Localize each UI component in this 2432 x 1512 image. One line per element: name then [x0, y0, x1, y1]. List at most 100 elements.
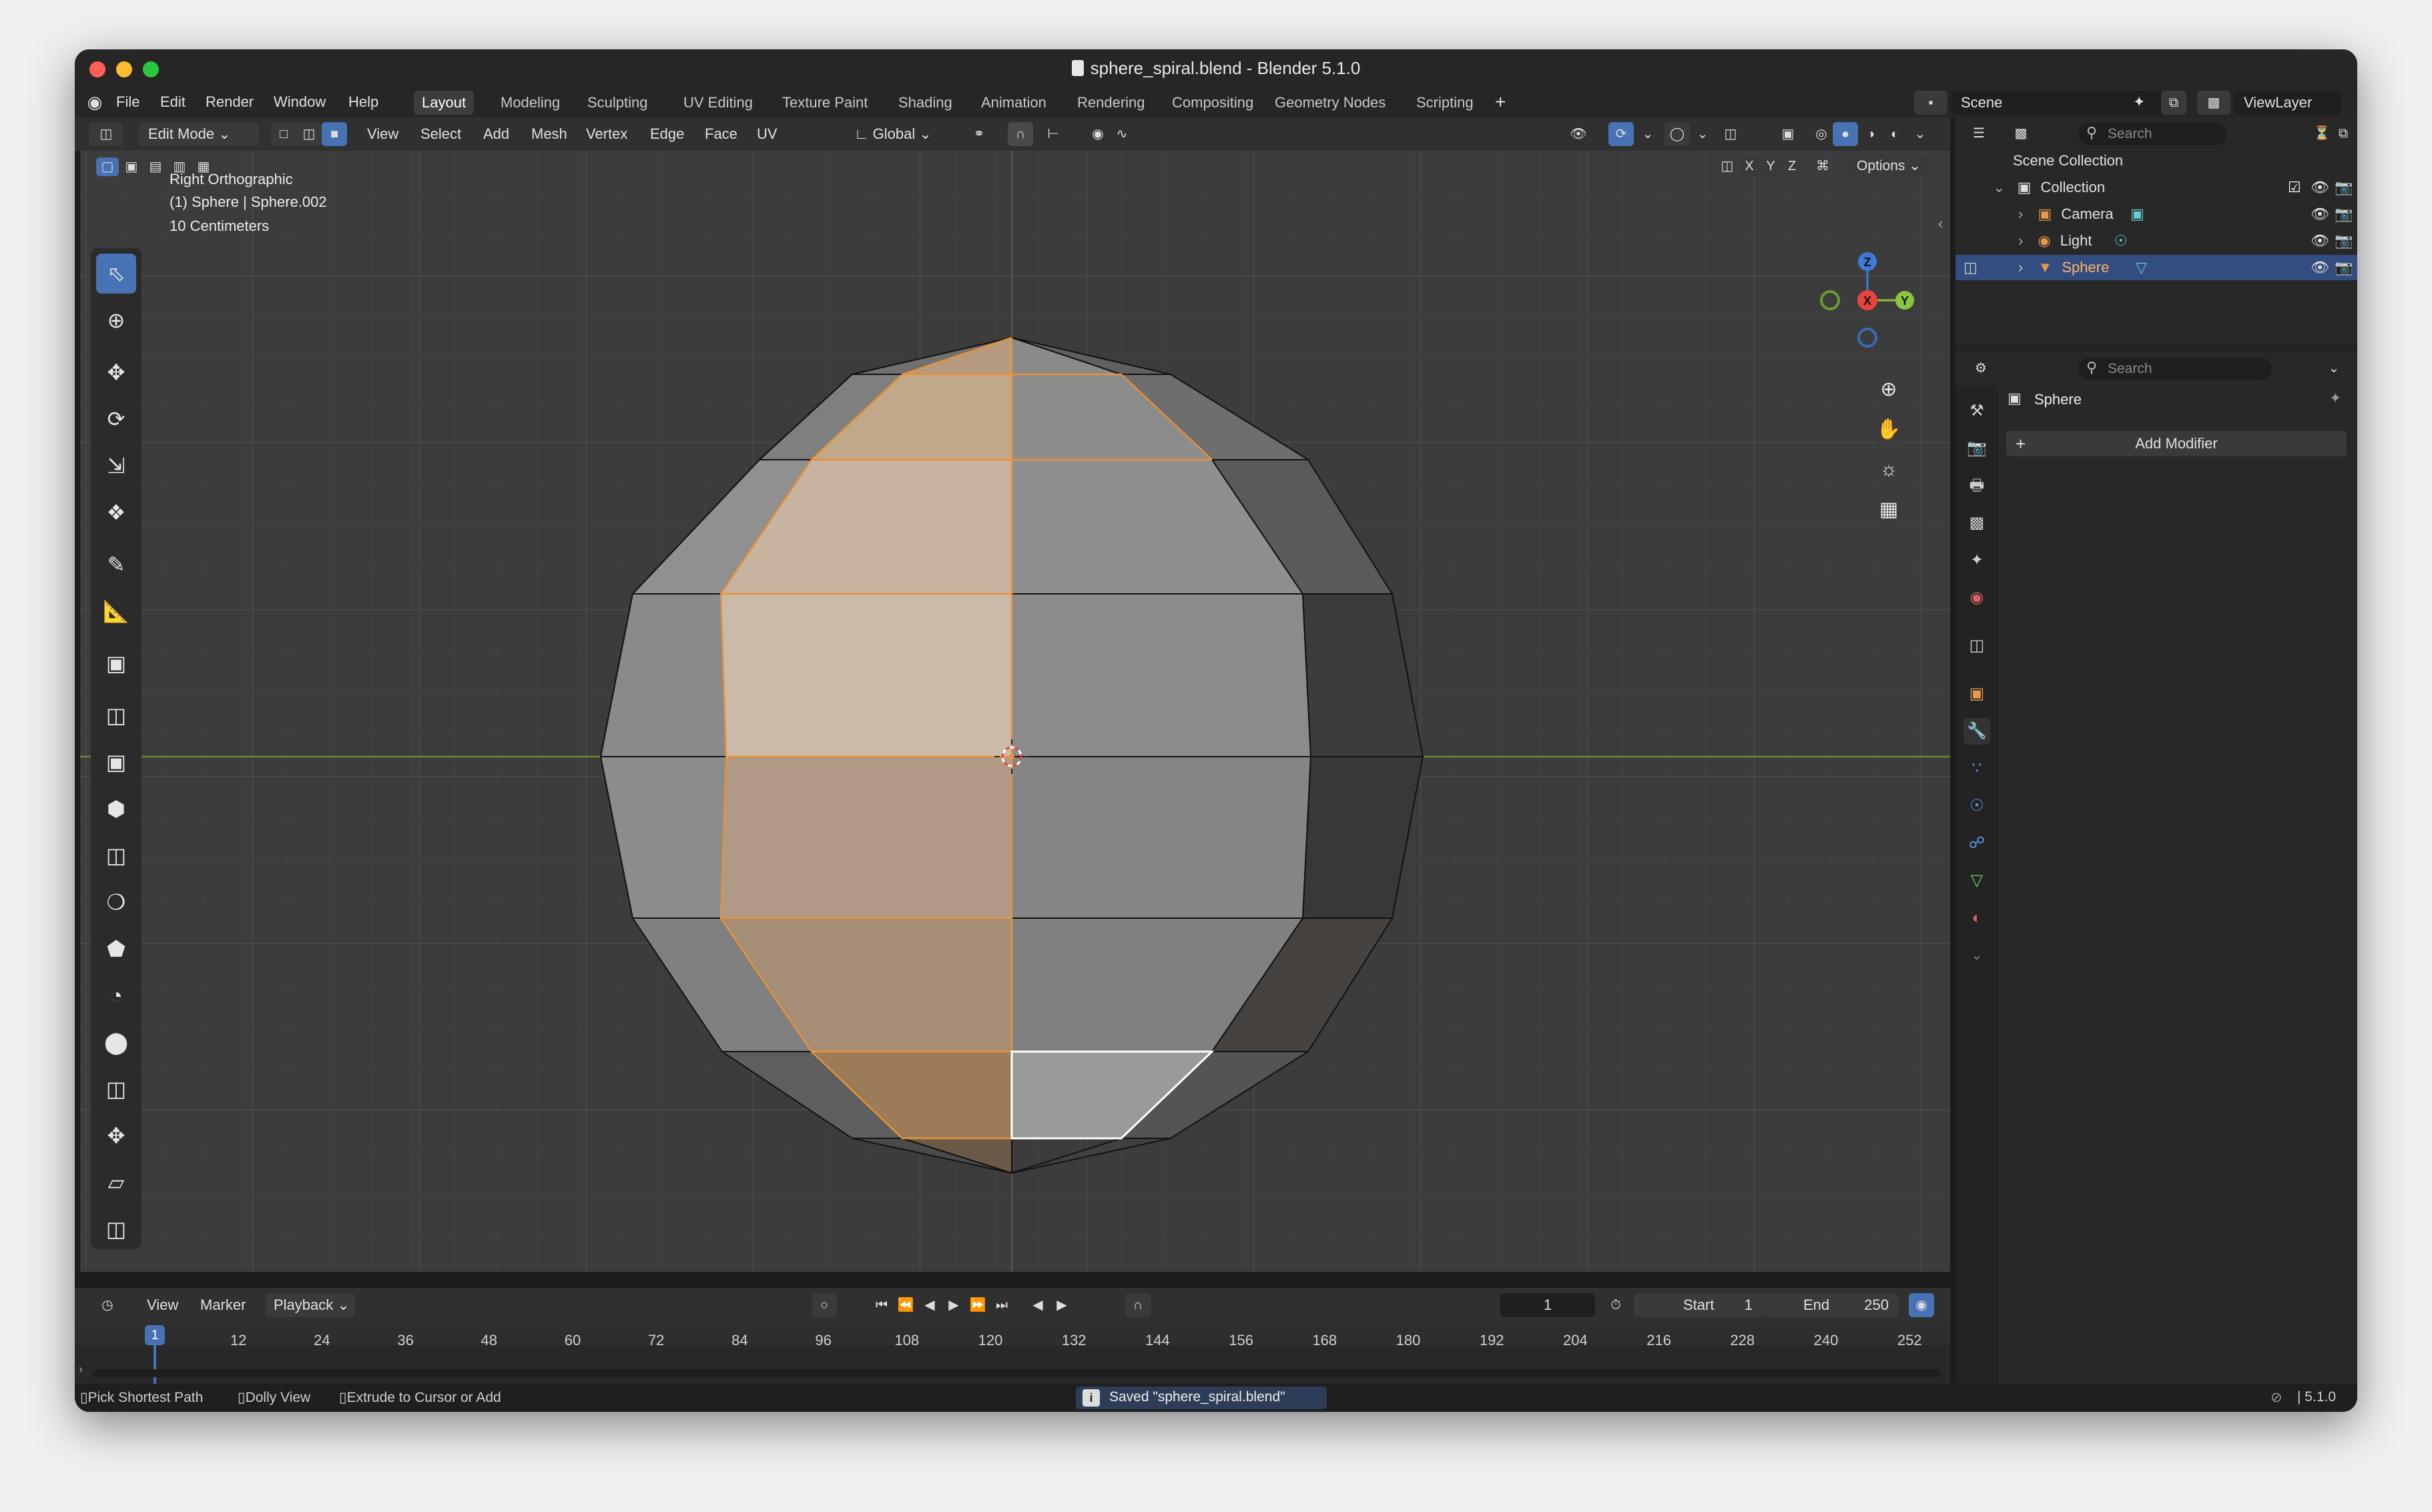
scene-tab-icon[interactable]: ✦ [1963, 547, 1990, 574]
timeline-scrollbar[interactable] [92, 1369, 1941, 1377]
mirror-y-toggle[interactable]: Y [1761, 156, 1781, 176]
menu-mesh[interactable]: Mesh [531, 122, 567, 146]
mirror-x-toggle[interactable]: X [1739, 156, 1759, 176]
properties-search-input[interactable]: Search [2078, 358, 2272, 380]
world-tab-icon[interactable]: ◉ [1963, 585, 1990, 611]
material-shading-icon[interactable]: ◑ [1858, 122, 1883, 146]
falloff-icon[interactable]: ∿ [1109, 122, 1135, 146]
knife-tool-icon[interactable]: ❍ [96, 882, 136, 922]
render-tab-icon[interactable]: 📷 [1963, 435, 1990, 462]
light-render-icon[interactable]: 📷 [2335, 228, 2353, 254]
new-collection-icon[interactable]: ⧉ [2331, 121, 2356, 145]
menu-window[interactable]: Window [274, 91, 326, 113]
modifier-tab-icon[interactable]: 🔧 [1963, 718, 1990, 745]
workspace-tab-compositing[interactable]: Compositing [1164, 91, 1261, 115]
timeline-menu-view[interactable]: View [147, 1293, 178, 1317]
camera-view-icon[interactable]: ☼ [1870, 451, 1907, 488]
view-layer-selector-icon[interactable]: ▩ [2197, 91, 2230, 115]
view-layer-name-field[interactable]: ViewLayer [2234, 91, 2341, 115]
particles-tab-icon[interactable]: ∵ [1963, 755, 1990, 782]
vertex-select-icon[interactable]: □ [271, 122, 296, 146]
camera-data-icon[interactable]: ▣ [2130, 202, 2144, 227]
proportional-editing-icon[interactable]: ◉ [1085, 122, 1111, 146]
status-message[interactable]: i Saved "sphere_spiral.blend" [1076, 1387, 1327, 1409]
scene-collection-row[interactable]: Scene Collection [1955, 148, 2357, 173]
poly-build-tool-icon[interactable]: ⬟ [96, 929, 136, 969]
workspace-tab-modeling[interactable]: Modeling [493, 91, 568, 115]
menu-vertex[interactable]: Vertex [586, 122, 627, 146]
overlay-toggle-icon[interactable]: ◯ [1664, 122, 1690, 146]
snap-target-icon[interactable]: ⊢ [1034, 122, 1072, 146]
mode-dropdown[interactable]: Edit Mode ⌄ [139, 122, 259, 146]
menu-file[interactable]: File [116, 91, 139, 113]
inset-faces-tool-icon[interactable]: ▣ [96, 742, 136, 782]
display-mode-icon[interactable]: ▩ [2002, 121, 2040, 145]
timeline-menu-marker[interactable]: Marker [200, 1293, 246, 1317]
jump-end-icon[interactable]: ⏭ [989, 1293, 1014, 1317]
transform-orientation-dropdown[interactable]: ∟ Global ⌄ [849, 122, 949, 146]
rendered-shading-icon[interactable]: ◐ [1882, 122, 1907, 146]
transform-tool-icon[interactable]: ❖ [96, 492, 136, 532]
workspace-tab-texture-paint[interactable]: Texture Paint [774, 91, 876, 115]
rip-region-tool-icon[interactable]: ◫ [96, 1209, 136, 1249]
zoom-view-icon[interactable]: ⊕ [1870, 371, 1907, 408]
start-frame-field[interactable]: Start 1 [1634, 1293, 1762, 1317]
spin-tool-icon[interactable]: ◔ [96, 976, 136, 1016]
annotate-tool-icon[interactable]: ✎ [96, 544, 136, 585]
workspace-tab-uv-editing[interactable]: UV Editing [675, 91, 761, 115]
shading-dropdown-icon[interactable]: ⌄ [1907, 122, 1933, 146]
object-tab-icon[interactable]: ▣ [1963, 681, 1990, 707]
loop-cut-tool-icon[interactable]: ◫ [96, 835, 136, 875]
menu-select[interactable]: Select [420, 122, 461, 146]
editor-type-icon[interactable]: ◫ [89, 122, 123, 146]
light-data-icon[interactable]: ☉ [2114, 228, 2128, 254]
play-icon[interactable]: ▶ [941, 1293, 966, 1317]
prev-marker-icon[interactable]: ◀ [1025, 1293, 1050, 1317]
next-marker-icon[interactable]: ▶ [1049, 1293, 1075, 1317]
sphere-render-icon[interactable]: 📷 [2335, 255, 2353, 280]
mesh-data-tab-icon[interactable]: ▽ [1963, 867, 1990, 894]
bevel-tool-icon[interactable]: ⬢ [96, 789, 136, 829]
sphere-mesh-data-icon[interactable]: ▽ [2136, 255, 2147, 280]
current-frame-field[interactable]: 1 [1500, 1293, 1595, 1317]
shear-tool-icon[interactable]: ▱ [96, 1162, 136, 1202]
workspace-tab-sculpting[interactable]: Sculpting [579, 91, 656, 115]
keying-set-icon[interactable]: ∩ [1125, 1293, 1151, 1317]
light-expand-icon[interactable]: › [2018, 232, 2023, 249]
workspace-tab-animation[interactable]: Animation [973, 91, 1054, 115]
select-extend-icon[interactable]: ▣ [120, 157, 143, 176]
face-select-icon[interactable]: ■ [322, 122, 347, 146]
scene-selector-icon[interactable]: ▪ [1914, 91, 1947, 115]
jump-prev-keyframe-icon[interactable]: ⏪ [893, 1293, 918, 1317]
outliner-row-camera[interactable]: › ▣ Camera ▣ 👁 📷 [1955, 202, 2357, 227]
edit-mode-indicator-icon[interactable]: ◫ [1963, 255, 1978, 280]
3d-viewport[interactable]: ▢ ▣ ▤ ▥ ▦ Right Orthographic (1) Sphere … [80, 151, 1950, 1272]
mirror-icon[interactable]: ◫ [1717, 156, 1738, 176]
tool-tab-icon[interactable]: ⚒ [1963, 398, 1990, 424]
sidebar-toggle-icon[interactable]: ‹ [1938, 215, 1943, 232]
jump-start-icon[interactable]: ⏮ [869, 1293, 894, 1317]
menu-face[interactable]: Face [705, 122, 737, 146]
wireframe-shading-icon[interactable]: ◎ [1809, 122, 1834, 146]
more-tabs-icon[interactable]: ⌄ [1963, 942, 1990, 969]
rotate-tool-icon[interactable]: ⟳ [96, 399, 136, 439]
select-new-icon[interactable]: ▢ [96, 157, 119, 176]
move-tool-icon[interactable]: ✥ [96, 352, 136, 392]
add-modifier-button[interactable]: + Add Modifier [2006, 431, 2347, 456]
scale-tool-icon[interactable]: ⇲ [96, 446, 136, 486]
edge-select-icon[interactable]: ◫ [296, 122, 322, 146]
menu-uv[interactable]: UV [757, 122, 778, 146]
workspace-tab-shading[interactable]: Shading [890, 91, 960, 115]
light-visibility-icon[interactable]: 👁 [2311, 228, 2329, 254]
select-subtract-icon[interactable]: ▤ [144, 157, 167, 176]
outliner-editor-type-icon[interactable]: ☰ [1962, 121, 1996, 145]
sphere-visibility-icon[interactable]: 👁 [2311, 255, 2329, 280]
timeline-expand-icon[interactable]: › [79, 1363, 83, 1377]
outliner-row-light[interactable]: › ◉ Light ☉ 👁 📷 [1955, 228, 2357, 254]
jump-next-keyframe-icon[interactable]: ⏩ [965, 1293, 990, 1317]
options-dropdown[interactable]: Options ⌄ [1847, 155, 1929, 177]
collection-visibility-icon[interactable]: 👁 [2311, 175, 2329, 200]
gizmo-dropdown-icon[interactable]: ⌄ [1635, 122, 1660, 146]
properties-editor-type-icon[interactable]: ⚙ [1962, 356, 2000, 380]
menu-help[interactable]: Help [348, 91, 378, 113]
